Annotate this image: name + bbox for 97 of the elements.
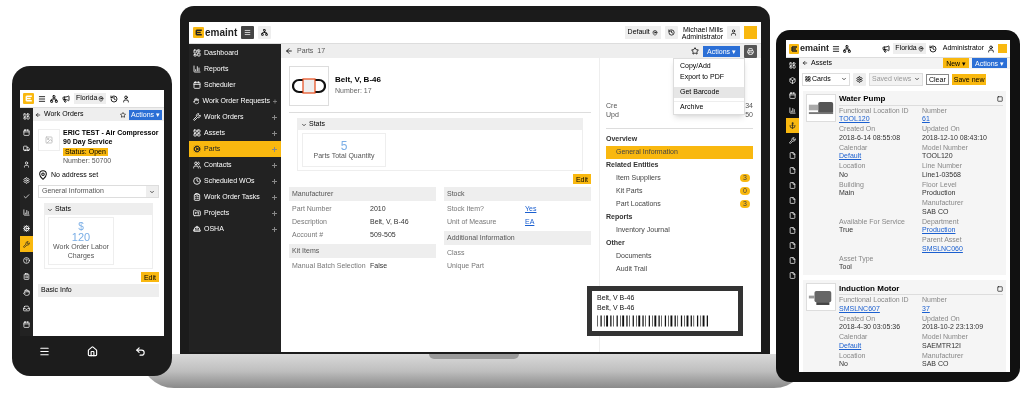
back-icon[interactable] (134, 346, 146, 357)
hierarchy-button[interactable] (258, 26, 272, 39)
menu-icon[interactable] (832, 44, 840, 53)
menu-icon[interactable] (38, 94, 46, 103)
checkbox-icon[interactable] (997, 285, 1003, 292)
settings-button[interactable] (853, 72, 866, 86)
tray-icon (23, 304, 30, 312)
dashboard-icon (193, 49, 201, 57)
map-pin-icon (651, 29, 658, 36)
print-button[interactable] (744, 44, 757, 58)
chevron-icon (841, 76, 847, 82)
stat-value: 120 (71, 231, 91, 243)
menu-icon (244, 29, 252, 36)
wrench-icon (23, 240, 30, 248)
calendar-icon (193, 81, 201, 89)
megaphone-icon[interactable] (62, 94, 70, 103)
hierarchy-icon (261, 29, 269, 36)
history-icon[interactable] (928, 44, 937, 53)
hierarchy-icon[interactable] (843, 44, 851, 53)
dashboard-icon (789, 62, 796, 69)
box-icon (789, 77, 796, 84)
clipboard-icon (23, 272, 30, 280)
grid-icon (193, 129, 201, 137)
hand-icon (193, 97, 200, 105)
logo-icon (23, 93, 34, 104)
pump-drawing (807, 100, 835, 115)
card-title: Induction Motor (839, 283, 901, 294)
card-title: Water Pump (839, 94, 887, 104)
image-icon (45, 136, 53, 144)
hand-icon (23, 288, 30, 296)
history-icon (667, 29, 675, 36)
gears-icon (23, 224, 30, 232)
chevron-icon (149, 188, 155, 195)
printer-icon (747, 47, 754, 55)
file-icon (789, 182, 796, 189)
user-icon[interactable] (122, 94, 131, 103)
back-icon (802, 60, 808, 67)
belt-drawing (292, 78, 326, 94)
file-icon (789, 272, 796, 279)
file-icon (789, 257, 796, 264)
user-icon (730, 29, 737, 36)
chart-icon (23, 208, 30, 216)
clock-icon (193, 177, 201, 185)
file-icon (789, 167, 796, 174)
logo-text: emaint (800, 44, 829, 53)
chart-icon (193, 65, 201, 73)
check-icon (23, 192, 30, 200)
stat-currency: $ (78, 221, 84, 232)
chevron-icon (914, 76, 920, 82)
clipboard-icon (193, 193, 201, 201)
wrench-icon (789, 137, 796, 144)
stat-value: 5 (340, 139, 348, 152)
user-icon[interactable] (987, 44, 995, 53)
record-title: Belt, V, B-46 (335, 75, 381, 85)
back-icon (35, 111, 41, 118)
anchor-icon (789, 122, 796, 129)
file-icon (789, 242, 796, 249)
map-pin-icon (98, 95, 105, 102)
truck-icon (23, 144, 30, 152)
file-icon (789, 227, 796, 234)
megaphone-icon[interactable] (882, 44, 891, 53)
history-icon[interactable] (110, 94, 119, 103)
logo-icon (193, 27, 204, 38)
file-icon (789, 152, 796, 159)
hard-hat-icon (193, 225, 201, 233)
gears-icon (193, 145, 201, 153)
logo-icon (789, 43, 799, 54)
map-pin-icon (38, 170, 48, 180)
wrench-icon (193, 113, 201, 121)
user-icon (23, 160, 30, 168)
users-icon (193, 161, 201, 169)
file-icon (789, 212, 796, 219)
calendar-icon (23, 128, 30, 136)
calendar-icon (789, 92, 796, 99)
history-button[interactable] (664, 26, 678, 39)
gear-icon (23, 176, 30, 184)
star-icon[interactable] (691, 47, 700, 55)
settings-icon (856, 75, 863, 83)
back-icon (285, 47, 293, 55)
home-icon[interactable] (86, 346, 98, 357)
folder-icon (193, 209, 201, 217)
file-icon (789, 197, 796, 204)
star-icon[interactable] (120, 111, 127, 118)
question-icon (23, 256, 30, 264)
menu-icon[interactable] (38, 346, 50, 357)
dashboard-icon (23, 112, 30, 120)
chevron-icon (47, 206, 53, 213)
user-button[interactable] (727, 26, 740, 39)
logo-text: emaint (205, 27, 238, 38)
chevron-icon (301, 121, 307, 128)
chart-icon (789, 107, 796, 114)
calendar-icon (23, 320, 30, 328)
hierarchy-icon[interactable] (50, 94, 58, 103)
checkbox-icon[interactable] (997, 96, 1003, 102)
map-pin-icon (917, 45, 924, 52)
grid-icon (805, 76, 811, 82)
menu-button[interactable] (241, 26, 255, 39)
